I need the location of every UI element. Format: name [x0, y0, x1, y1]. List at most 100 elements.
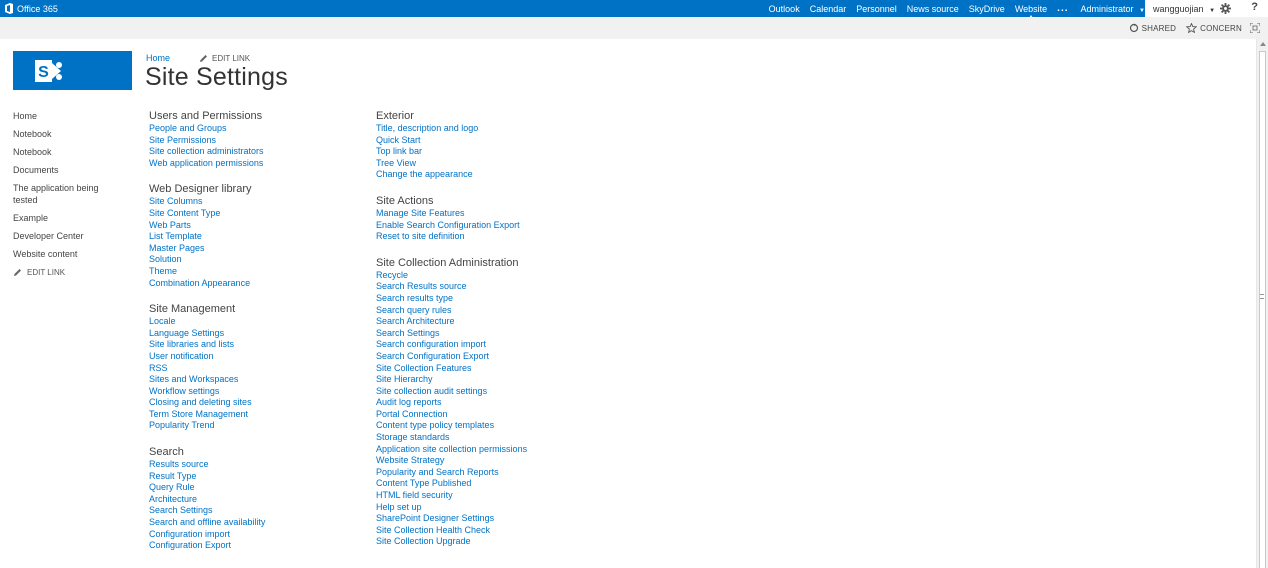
settings-link-search-configuration-export[interactable]: Search Configuration Export	[376, 351, 616, 363]
quicklaunch-item-example[interactable]: Example	[13, 212, 123, 224]
settings-link-locale[interactable]: Locale	[149, 316, 359, 328]
settings-group-heading: Users and Permissions	[149, 110, 263, 122]
settings-link-site-collection-administrators[interactable]: Site collection administrators	[149, 146, 359, 158]
settings-link-site-columns[interactable]: Site Columns	[149, 196, 359, 208]
settings-link-enable-search-configuration-export[interactable]: Enable Search Configuration Export	[376, 220, 616, 232]
settings-link-portal-connection[interactable]: Portal Connection	[376, 409, 616, 421]
settings-link-configuration-import[interactable]: Configuration import	[149, 529, 359, 541]
settings-link-site-collection-audit-settings[interactable]: Site collection audit settings	[376, 386, 616, 398]
user-area: wangguojian ▼ ?	[1145, 0, 1268, 17]
quicklaunch-edit-links-button[interactable]: EDIT LINK	[13, 268, 123, 277]
nav-personnel[interactable]: Personnel	[856, 4, 897, 14]
settings-link-site-collection-upgrade[interactable]: Site Collection Upgrade	[376, 536, 616, 548]
settings-link-help-set-up[interactable]: Help set up	[376, 502, 616, 514]
settings-link-master-pages[interactable]: Master Pages	[149, 243, 359, 255]
site-logo[interactable]: S	[13, 51, 132, 90]
settings-link-search-configuration-import[interactable]: Search configuration import	[376, 339, 616, 351]
nav-outlook[interactable]: Outlook	[769, 4, 800, 14]
settings-link-search-architecture[interactable]: Search Architecture	[376, 316, 616, 328]
vertical-scrollbar[interactable]	[1256, 39, 1268, 568]
follow-button[interactable]: CONCERN	[1186, 23, 1242, 33]
settings-link-site-libraries-and-lists[interactable]: Site libraries and lists	[149, 339, 359, 351]
settings-link-architecture[interactable]: Architecture	[149, 494, 359, 506]
settings-link-list-template[interactable]: List Template	[149, 231, 359, 243]
scrollbar-thumb[interactable]	[1259, 51, 1266, 568]
breadcrumb: Home EDIT LINK	[146, 53, 250, 63]
settings-link-site-content-type[interactable]: Site Content Type	[149, 208, 359, 220]
settings-group-search: Search Results source Result Type Query Rul…	[149, 446, 359, 552]
follow-label: CONCERN	[1200, 23, 1242, 33]
quicklaunch-item-website-content[interactable]: Website content	[13, 248, 123, 260]
more-ellipsis-icon[interactable]: ...	[1057, 3, 1068, 14]
settings-link-website-strategy[interactable]: Website Strategy	[376, 455, 616, 467]
breadcrumb-home-link[interactable]: Home	[146, 53, 170, 63]
quicklaunch-item-notebook[interactable]: Notebook	[13, 146, 123, 158]
admin-menu[interactable]: Administrator ▼	[1081, 4, 1145, 14]
nav-calendar[interactable]: Calendar	[810, 4, 847, 14]
settings-link-configuration-export[interactable]: Configuration Export	[149, 540, 359, 552]
settings-link-site-collection-health-check[interactable]: Site Collection Health Check	[376, 525, 616, 537]
user-menu[interactable]: wangguojian ▼	[1153, 4, 1215, 14]
quicklaunch-item-home[interactable]: Home	[13, 110, 123, 122]
settings-link-search-settings[interactable]: Search Settings	[376, 328, 616, 340]
settings-link-html-field-security[interactable]: HTML field security	[376, 490, 616, 502]
settings-link-sharepoint-designer-settings[interactable]: SharePoint Designer Settings	[376, 513, 616, 525]
settings-link-manage-site-features[interactable]: Manage Site Features	[376, 208, 616, 220]
help-icon[interactable]: ?	[1251, 1, 1258, 13]
settings-link-web-application-permissions[interactable]: Web application permissions	[149, 158, 359, 170]
settings-link-search-results-type[interactable]: Search results type	[376, 293, 616, 305]
settings-link-language-settings[interactable]: Language Settings	[149, 328, 359, 340]
settings-link-storage-standards[interactable]: Storage standards	[376, 432, 616, 444]
settings-link-content-type-policy-templates[interactable]: Content type policy templates	[376, 420, 616, 432]
settings-link-search-settings[interactable]: Search Settings	[149, 505, 359, 517]
settings-link-tree-view[interactable]: Tree View	[376, 158, 616, 170]
settings-link-theme[interactable]: Theme	[149, 266, 359, 278]
scroll-up-arrow-icon[interactable]	[1260, 42, 1266, 46]
settings-link-result-type[interactable]: Result Type	[149, 471, 359, 483]
settings-link-recycle[interactable]: Recycle	[376, 270, 616, 282]
gear-icon[interactable]	[1220, 3, 1231, 14]
settings-link-quick-start[interactable]: Quick Start	[376, 135, 616, 147]
settings-link-application-site-collection-permissions[interactable]: Application site collection permissions	[376, 444, 616, 456]
settings-link-site-collection-features[interactable]: Site Collection Features	[376, 363, 616, 375]
settings-link-rss[interactable]: RSS	[149, 363, 359, 375]
settings-link-top-link-bar[interactable]: Top link bar	[376, 146, 616, 158]
nav-website[interactable]: Website	[1015, 4, 1047, 18]
settings-link-search-results-source[interactable]: Search Results source	[376, 281, 616, 293]
settings-link-user-notification[interactable]: User notification	[149, 351, 359, 363]
settings-link-popularity-trend[interactable]: Popularity Trend	[149, 420, 359, 432]
settings-link-site-hierarchy[interactable]: Site Hierarchy	[376, 374, 616, 386]
settings-link-people-and-groups[interactable]: People and Groups	[149, 123, 359, 135]
settings-link-title-description-and-logo[interactable]: Title, description and logo	[376, 123, 616, 135]
settings-link-audit-log-reports[interactable]: Audit log reports	[376, 397, 616, 409]
settings-link-web-parts[interactable]: Web Parts	[149, 220, 359, 232]
nav-skydrive[interactable]: SkyDrive	[969, 4, 1005, 14]
edit-link-label: EDIT LINK	[212, 53, 251, 63]
settings-link-solution[interactable]: Solution	[149, 254, 359, 266]
settings-link-site-permissions[interactable]: Site Permissions	[149, 135, 359, 147]
settings-link-combination-appearance[interactable]: Combination Appearance	[149, 278, 359, 290]
settings-link-workflow-settings[interactable]: Workflow settings	[149, 386, 359, 398]
settings-group-heading: Site Collection Administration	[376, 256, 519, 269]
settings-link-search-and-offline-availability[interactable]: Search and offline availability	[149, 517, 359, 529]
quicklaunch-item-notebook[interactable]: Notebook	[13, 128, 123, 140]
focus-on-content-icon[interactable]	[1250, 23, 1260, 33]
settings-link-content-type-published[interactable]: Content Type Published	[376, 478, 616, 490]
settings-link-reset-to-site-definition[interactable]: Reset to site definition	[376, 231, 616, 243]
settings-link-popularity-and-search-reports[interactable]: Popularity and Search Reports	[376, 467, 616, 479]
settings-link-query-rule[interactable]: Query Rule	[149, 482, 359, 494]
settings-link-sites-and-workspaces[interactable]: Sites and Workspaces	[149, 374, 359, 386]
page-title: Site Settings	[145, 63, 288, 91]
nav-news-source[interactable]: News source	[907, 4, 959, 14]
office365-brand[interactable]: Office 365	[4, 0, 58, 17]
quicklaunch-item-application-tested[interactable]: The application being tested	[13, 182, 123, 206]
share-button[interactable]: SHARED	[1129, 23, 1177, 33]
edit-links-button[interactable]: EDIT LINK	[199, 54, 250, 63]
settings-link-change-the-appearance[interactable]: Change the appearance	[376, 169, 616, 181]
quicklaunch-item-developer-center[interactable]: Developer Center	[13, 230, 123, 242]
settings-link-results-source[interactable]: Results source	[149, 459, 359, 471]
settings-link-closing-and-deleting-sites[interactable]: Closing and deleting sites	[149, 397, 359, 409]
settings-link-term-store-management[interactable]: Term Store Management	[149, 409, 359, 421]
quicklaunch-item-documents[interactable]: Documents	[13, 164, 123, 176]
settings-link-search-query-rules[interactable]: Search query rules	[376, 305, 616, 317]
